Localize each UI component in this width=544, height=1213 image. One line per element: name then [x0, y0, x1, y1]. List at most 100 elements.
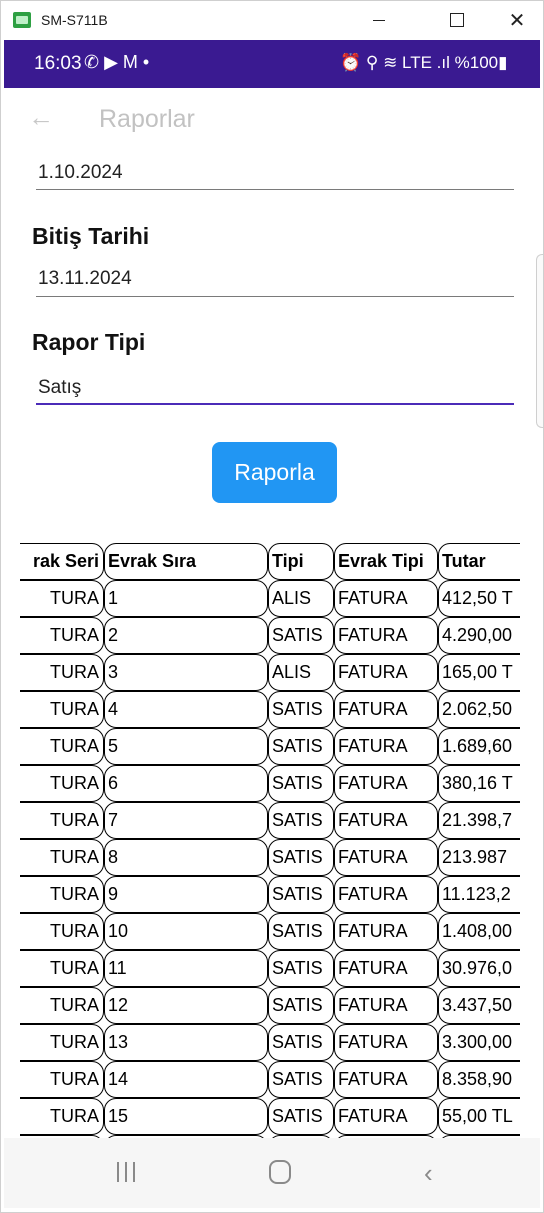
- tutar-cell: 55,00 TL: [438, 1098, 520, 1135]
- evrak-sira-cell: 13: [104, 1024, 268, 1061]
- tipi-cell: SATIS: [268, 913, 334, 950]
- evrak-sira-cell: 6: [104, 765, 268, 802]
- table-row[interactable]: TURA 6 SATIS FATURA 380,16 T: [20, 765, 520, 802]
- evrak-seri-cell: TURA: [20, 765, 104, 802]
- tutar-cell: 213.987: [438, 839, 520, 876]
- recents-icon[interactable]: [117, 1162, 135, 1182]
- table-row[interactable]: TURA 11 SATIS FATURA 30.976,0: [20, 950, 520, 987]
- evrak-seri-cell: TURA: [20, 654, 104, 691]
- evrak-seri-cell: TURA: [20, 580, 104, 617]
- end-date-label: Bitiş Tarihi: [32, 223, 150, 249]
- evrak-sira-cell: 7: [104, 802, 268, 839]
- tipi-cell: ALIS: [268, 654, 334, 691]
- column-header: Evrak Sıra: [104, 543, 268, 580]
- minimize-button[interactable]: [357, 5, 401, 35]
- evrak-seri-cell: TURA: [20, 1098, 104, 1135]
- table-row[interactable]: TURA 8 SATIS FATURA 213.987: [20, 839, 520, 876]
- tutar-cell: 4.290,00: [438, 617, 520, 654]
- table-row[interactable]: TURA 7 SATIS FATURA 21.398,7: [20, 802, 520, 839]
- column-header: rak Seri: [20, 543, 104, 580]
- tipi-cell: SATIS: [268, 950, 334, 987]
- navigation-bar: ‹: [4, 1138, 540, 1208]
- table-row[interactable]: TURA 4 SATIS FATURA 2.062,50: [20, 691, 520, 728]
- app-bar: ← Raporlar: [4, 88, 540, 152]
- evrak-sira-cell: 14: [104, 1061, 268, 1098]
- evrak-tipi-cell: FATURA: [334, 728, 438, 765]
- table-row[interactable]: TURA 3 ALIS FATURA 165,00 T: [20, 654, 520, 691]
- tutar-cell: 1.408,00: [438, 913, 520, 950]
- evrak-tipi-cell: FATURA: [334, 950, 438, 987]
- column-header: Evrak Tipi: [334, 543, 438, 580]
- table-row[interactable]: TURA 12 SATIS FATURA 3.437,50: [20, 987, 520, 1024]
- start-date-input[interactable]: 1.10.2024: [38, 162, 123, 184]
- end-date-input[interactable]: 13.11.2024: [38, 268, 132, 290]
- evrak-tipi-cell: FATURA: [334, 839, 438, 876]
- tutar-cell: 30.976,0: [438, 950, 520, 987]
- table-row[interactable]: TURA 14 SATIS FATURA 8.358,90: [20, 1061, 520, 1098]
- evrak-tipi-cell: FATURA: [334, 654, 438, 691]
- tipi-cell: SATIS: [268, 728, 334, 765]
- table-row[interactable]: TURA 15 SATIS FATURA 55,00 TL: [20, 1098, 520, 1135]
- evrak-sira-cell: 15: [104, 1098, 268, 1135]
- back-icon[interactable]: ‹: [424, 1158, 433, 1189]
- evrak-tipi-cell: FATURA: [334, 580, 438, 617]
- tipi-cell: SATIS: [268, 839, 334, 876]
- evrak-tipi-cell: FATURA: [334, 617, 438, 654]
- tutar-cell: 8.358,90: [438, 1061, 520, 1098]
- status-bar: 16:03 ✆ ▶ M • ⏰ ⚲ ≋ LTE .ıl %100▮: [4, 40, 540, 88]
- tutar-cell: 412,50 T: [438, 580, 520, 617]
- page-title: Raporlar: [99, 105, 195, 133]
- evrak-seri-cell: TURA: [20, 876, 104, 913]
- evrak-seri-cell: TURA: [20, 1024, 104, 1061]
- notification-icons: ✆ ▶ M •: [84, 52, 150, 72]
- table-row[interactable]: TURA 9 SATIS FATURA 11.123,2: [20, 876, 520, 913]
- evrak-sira-cell: 12: [104, 987, 268, 1024]
- tutar-cell: 3.437,50: [438, 987, 520, 1024]
- tutar-cell: 3.300,00: [438, 1024, 520, 1061]
- report-type-underline: [36, 403, 514, 405]
- report-table[interactable]: rak Seri Evrak Sıra Tipi Evrak Tipi Tutar TUR…: [20, 543, 520, 1138]
- table-header-row: rak Seri Evrak Sıra Tipi Evrak Tipi Tutar: [20, 543, 520, 580]
- tipi-cell: ALIS: [268, 580, 334, 617]
- evrak-seri-cell: TURA: [20, 987, 104, 1024]
- tipi-cell: SATIS: [268, 1061, 334, 1098]
- report-button[interactable]: Raporla: [212, 442, 337, 503]
- tipi-cell: SATIS: [268, 987, 334, 1024]
- window-titlebar: SM-S711B ✕: [0, 0, 544, 40]
- table-row[interactable]: TURA 10 SATIS FATURA 1.408,00: [20, 913, 520, 950]
- evrak-tipi-cell: FATURA: [334, 913, 438, 950]
- tutar-cell: 21.398,7: [438, 802, 520, 839]
- evrak-sira-cell: 3: [104, 654, 268, 691]
- evrak-sira-cell: 8: [104, 839, 268, 876]
- evrak-seri-cell: TURA: [20, 617, 104, 654]
- evrak-tipi-cell: FATURA: [334, 1061, 438, 1098]
- column-header: Tipi: [268, 543, 334, 580]
- tutar-cell: 165,00 T: [438, 654, 520, 691]
- tipi-cell: SATIS: [268, 765, 334, 802]
- start-date-underline: [36, 189, 514, 190]
- end-date-underline: [36, 296, 514, 297]
- close-button[interactable]: ✕: [495, 5, 539, 35]
- tutar-cell: 11.123,2: [438, 876, 520, 913]
- evrak-sira-cell: 10: [104, 913, 268, 950]
- tipi-cell: SATIS: [268, 617, 334, 654]
- report-type-picker[interactable]: Satış: [38, 377, 81, 399]
- evrak-tipi-cell: FATURA: [334, 987, 438, 1024]
- evrak-sira-cell: 2: [104, 617, 268, 654]
- table-row[interactable]: TURA 1 ALIS FATURA 412,50 T: [20, 580, 520, 617]
- evrak-tipi-cell: FATURA: [334, 691, 438, 728]
- evrak-seri-cell: TURA: [20, 950, 104, 987]
- back-arrow-icon[interactable]: ←: [28, 102, 54, 133]
- tutar-cell: 1.689,60: [438, 728, 520, 765]
- table-row[interactable]: TURA 2 SATIS FATURA 4.290,00: [20, 617, 520, 654]
- table-row[interactable]: TURA 5 SATIS FATURA 1.689,60: [20, 728, 520, 765]
- edge-panel-handle[interactable]: [536, 254, 544, 428]
- tipi-cell: SATIS: [268, 876, 334, 913]
- maximize-button[interactable]: [435, 5, 479, 35]
- evrak-tipi-cell: FATURA: [334, 802, 438, 839]
- table-row[interactable]: TURA 13 SATIS FATURA 3.300,00: [20, 1024, 520, 1061]
- evrak-sira-cell: 9: [104, 876, 268, 913]
- tipi-cell: SATIS: [268, 802, 334, 839]
- home-icon[interactable]: [269, 1160, 291, 1184]
- tutar-cell: 2.062,50: [438, 691, 520, 728]
